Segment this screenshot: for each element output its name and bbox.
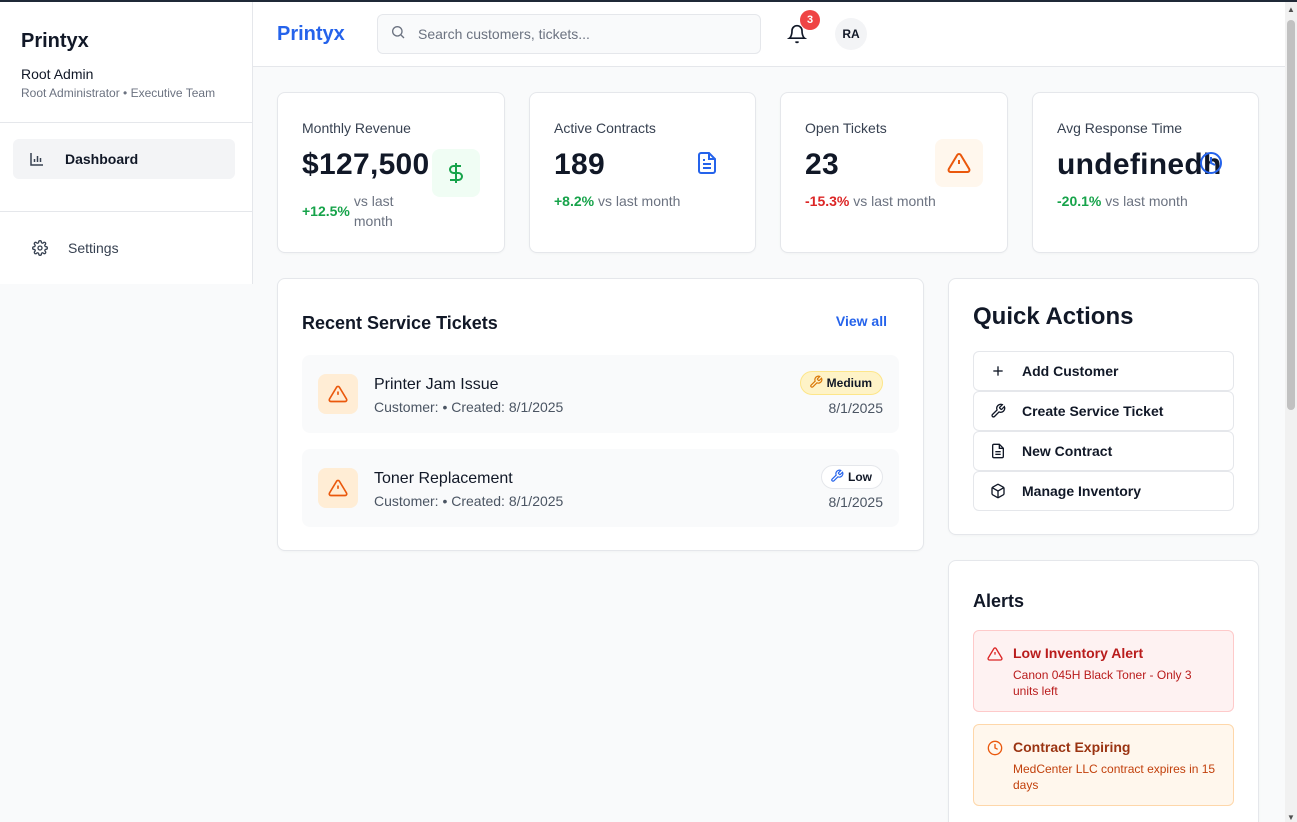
- sidebar-item-label: Settings: [68, 240, 119, 256]
- wrench-icon: [809, 375, 823, 392]
- stat-label: Open Tickets: [805, 120, 887, 136]
- alert-body: Canon 045H Black Toner - Only 3 units le…: [1013, 668, 1192, 698]
- sidebar-nav: Dashboard: [0, 123, 252, 212]
- search-icon: [390, 24, 406, 45]
- stat-change: -15.3% vs last month: [805, 191, 936, 211]
- stat-change-value: -15.3%: [805, 193, 850, 209]
- scroll-thumb[interactable]: [1287, 20, 1295, 410]
- create-service-ticket-button[interactable]: Create Service Ticket: [973, 391, 1234, 431]
- view-all-link[interactable]: View all: [836, 313, 887, 329]
- button-label: Create Service Ticket: [1022, 403, 1164, 419]
- ticket-subtitle: Customer: • Created: 8/1/2025: [374, 493, 564, 509]
- stat-change-suffix: vs last month: [353, 193, 394, 229]
- button-label: Add Customer: [1022, 363, 1119, 379]
- stat-change: +8.2% vs last month: [554, 191, 680, 211]
- warning-icon: [935, 139, 983, 187]
- stat-change: +12.5% vs last month: [302, 191, 422, 231]
- alert-title: Low Inventory Alert: [1013, 645, 1144, 661]
- stat-change-value: -20.1%: [1057, 193, 1102, 209]
- warning-icon: [318, 468, 358, 508]
- document-icon: [990, 443, 1006, 459]
- clock-icon: [987, 740, 1003, 756]
- document-icon: [683, 139, 731, 187]
- alerts-card: Alerts Low Inventory Alert Canon 045H Bl…: [948, 560, 1259, 822]
- dollar-icon: [432, 149, 480, 197]
- button-label: New Contract: [1022, 443, 1113, 459]
- ticket-subtitle: Customer: • Created: 8/1/2025: [374, 399, 564, 415]
- header-brand[interactable]: Printyx: [277, 23, 345, 46]
- add-customer-button[interactable]: Add Customer: [973, 351, 1234, 391]
- alert-item[interactable]: Contract Expiring MedCenter LLC contract…: [973, 724, 1234, 806]
- ticket-item[interactable]: Toner Replacement Customer: • Created: 8…: [302, 449, 899, 527]
- alert-item[interactable]: Low Inventory Alert Canon 045H Black Ton…: [973, 630, 1234, 712]
- stat-card-response-time: Avg Response Time undefinedh -20.1% vs l…: [1032, 92, 1259, 253]
- ticket-date: 8/1/2025: [828, 494, 884, 510]
- sidebar-footer: Settings: [0, 212, 252, 284]
- stat-label: Monthly Revenue: [302, 120, 411, 136]
- stat-change-suffix: vs last month: [597, 193, 681, 209]
- wrench-icon: [830, 469, 844, 486]
- recent-tickets-card: Recent Service Tickets View all Printer …: [277, 278, 924, 551]
- avatar[interactable]: RA: [835, 18, 867, 50]
- stat-card-contracts: Active Contracts 189 +8.2% vs last month: [529, 92, 756, 253]
- section-title: Recent Service Tickets: [302, 313, 498, 333]
- alert-body: MedCenter LLC contract expires in 15 day…: [1013, 762, 1216, 792]
- section-title: Quick Actions: [973, 303, 1134, 330]
- scroll-down-icon[interactable]: ▼: [1287, 814, 1295, 822]
- ticket-item[interactable]: Printer Jam Issue Customer: • Created: 8…: [302, 355, 899, 433]
- stat-change: -20.1% vs last month: [1057, 191, 1188, 211]
- stat-value: 189: [554, 148, 605, 181]
- user-role: Root Administrator • Executive Team: [21, 86, 216, 100]
- warning-icon: [318, 374, 358, 414]
- search-input[interactable]: [418, 26, 738, 42]
- scrollbar[interactable]: ▲ ▼: [1285, 2, 1297, 822]
- gear-icon: [32, 240, 48, 256]
- priority-label: Low: [848, 470, 872, 484]
- user-name: Root Admin: [21, 66, 94, 82]
- stat-change-suffix: vs last month: [1105, 193, 1188, 209]
- stat-label: Avg Response Time: [1057, 120, 1183, 136]
- priority-badge: Low: [821, 465, 883, 489]
- stat-label: Active Contracts: [554, 120, 656, 136]
- warning-icon: [987, 646, 1003, 662]
- priority-label: Medium: [826, 376, 872, 390]
- section-title: Alerts: [973, 591, 1025, 611]
- top-bar: Printyx 3 RA: [253, 2, 1285, 67]
- stat-value: $127,500: [302, 148, 430, 181]
- sidebar-item-label: Dashboard: [65, 151, 139, 167]
- manage-inventory-button[interactable]: Manage Inventory: [973, 471, 1234, 511]
- new-contract-button[interactable]: New Contract: [973, 431, 1234, 471]
- ticket-title: Printer Jam Issue: [374, 376, 499, 393]
- wrench-icon: [990, 403, 1006, 419]
- stat-value: 23: [805, 148, 839, 181]
- quick-actions-card: Quick Actions Add Customer Create Servic…: [948, 278, 1259, 535]
- sidebar-item-settings[interactable]: Settings: [16, 228, 236, 268]
- package-icon: [990, 483, 1006, 499]
- bar-chart-icon: [29, 151, 45, 167]
- sidebar: Printyx Root Admin Root Administrator • …: [0, 2, 253, 284]
- ticket-title: Toner Replacement: [374, 470, 513, 487]
- sidebar-item-dashboard[interactable]: Dashboard: [13, 139, 235, 179]
- clock-icon: [1187, 139, 1235, 187]
- stat-card-revenue: Monthly Revenue $127,500 +12.5% vs last …: [277, 92, 505, 253]
- button-label: Manage Inventory: [1022, 483, 1142, 499]
- priority-badge: Medium: [799, 371, 883, 395]
- sidebar-header: Printyx Root Admin Root Administrator • …: [0, 2, 252, 123]
- stat-change-suffix: vs last month: [853, 193, 936, 209]
- sidebar-brand[interactable]: Printyx: [21, 30, 231, 53]
- notification-badge: 3: [800, 10, 820, 30]
- alert-title: Contract Expiring: [1013, 739, 1131, 755]
- ticket-date: 8/1/2025: [828, 400, 884, 416]
- stat-change-value: +12.5%: [302, 203, 350, 219]
- stat-change-value: +8.2%: [554, 193, 595, 209]
- search-bar[interactable]: [377, 14, 761, 54]
- plus-icon: [990, 363, 1006, 379]
- scroll-up-icon[interactable]: ▲: [1287, 6, 1295, 14]
- stat-card-open-tickets: Open Tickets 23 -15.3% vs last month: [780, 92, 1008, 253]
